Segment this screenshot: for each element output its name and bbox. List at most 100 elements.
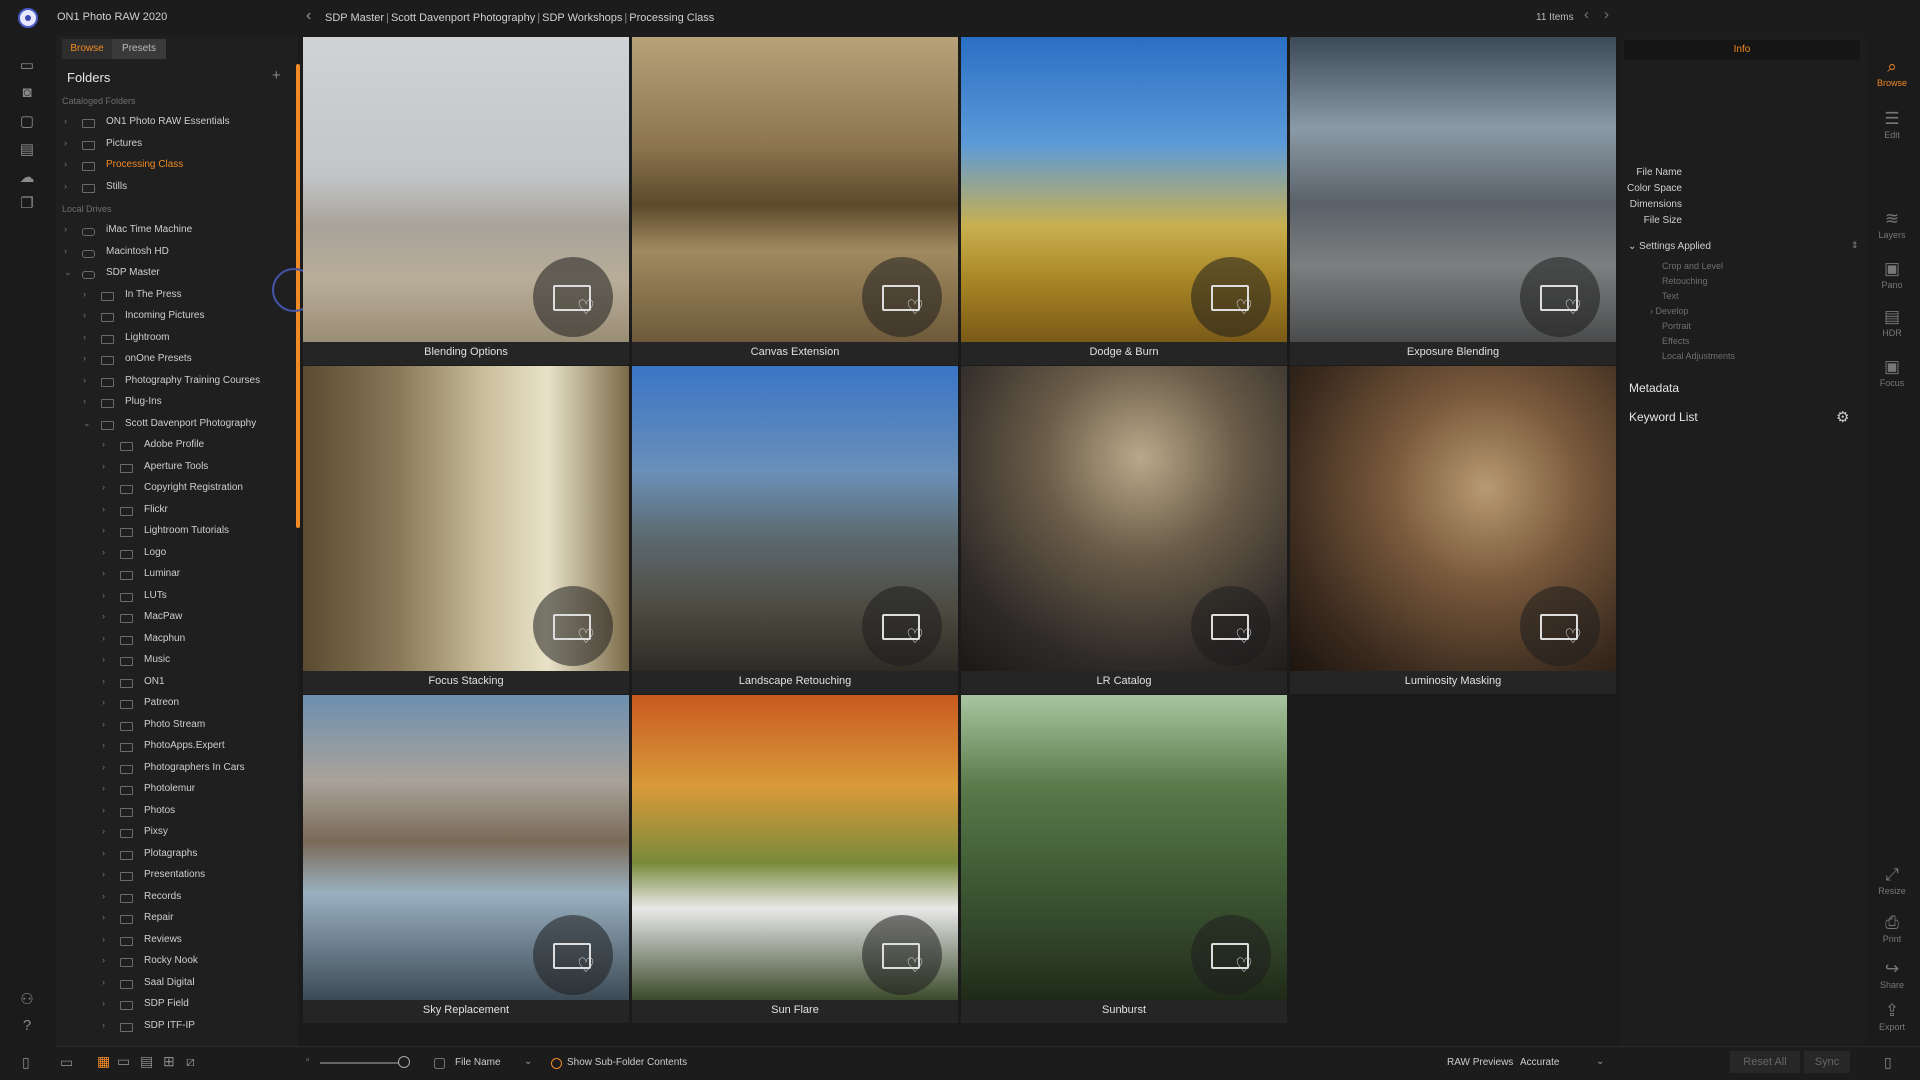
folder-thumbnail[interactable]: ♡ Landscape Retouching bbox=[632, 366, 958, 694]
gear-icon[interactable]: ⚙ bbox=[1836, 408, 1849, 426]
filmstrip-view-icon[interactable]: ▤ bbox=[140, 1053, 153, 1070]
sort-updown-icon[interactable]: ⇕ bbox=[1851, 240, 1859, 251]
folder-item[interactable]: › Saal Digital bbox=[0, 977, 290, 997]
sort-dropdown[interactable]: File Name bbox=[455, 1057, 501, 1068]
chevron-right-icon[interactable]: › bbox=[102, 934, 105, 944]
monitor-icon[interactable]: ▭ bbox=[16, 56, 38, 76]
drive-item[interactable]: › Macintosh HD bbox=[0, 246, 290, 266]
module-focus-button[interactable]: ▣ Focus bbox=[1870, 356, 1914, 388]
module-layers-button[interactable]: ≋ Layers bbox=[1870, 208, 1914, 240]
filmstrip-icon[interactable]: ▭ bbox=[60, 1054, 73, 1071]
folder-thumbnail[interactable]: ♡ Sunburst bbox=[961, 695, 1287, 1023]
chevron-right-icon[interactable]: › bbox=[83, 289, 86, 299]
chevron-right-icon[interactable]: › bbox=[64, 138, 67, 148]
chevron-right-icon[interactable]: › bbox=[102, 611, 105, 621]
chevron-down-icon[interactable]: ⌄ bbox=[64, 267, 72, 278]
chevron-right-icon[interactable]: › bbox=[102, 568, 105, 578]
thumbnail-size-slider[interactable] bbox=[320, 1062, 406, 1064]
folder-item[interactable]: › Photo Stream bbox=[0, 719, 290, 739]
chevron-right-icon[interactable]: › bbox=[102, 912, 105, 922]
keyword-list-section[interactable]: Keyword List bbox=[1629, 410, 1698, 424]
chevron-right-icon[interactable]: › bbox=[102, 461, 105, 471]
folder-item[interactable]: › Pixsy bbox=[0, 826, 290, 846]
folder-item[interactable]: › SDP Field bbox=[0, 998, 290, 1018]
settings-applied-item[interactable]: › Develop bbox=[1650, 306, 1689, 316]
chevron-right-icon[interactable]: › bbox=[102, 998, 105, 1008]
chevron-right-icon[interactable]: › bbox=[102, 482, 105, 492]
folder-item[interactable]: › Flickr bbox=[0, 504, 290, 524]
folder-item[interactable]: › Plug-Ins bbox=[0, 396, 290, 416]
chevron-right-icon[interactable]: › bbox=[64, 246, 67, 256]
chevron-right-icon[interactable]: › bbox=[64, 159, 67, 169]
chevron-right-icon[interactable]: › bbox=[102, 633, 105, 643]
folder-item[interactable]: › MacPaw bbox=[0, 611, 290, 631]
chevron-right-icon[interactable]: › bbox=[102, 654, 105, 664]
folder-item[interactable]: › Music bbox=[0, 654, 290, 674]
drive-item[interactable]: › iMac Time Machine bbox=[0, 224, 290, 244]
folder-thumbnail[interactable]: ♡ Sky Replacement bbox=[303, 695, 629, 1023]
folder-thumbnail[interactable]: ♡ Canvas Extension bbox=[632, 37, 958, 365]
chevron-down-icon[interactable]: ⌄ bbox=[1596, 1056, 1604, 1067]
chevron-right-icon[interactable]: › bbox=[102, 869, 105, 879]
settings-applied-header[interactable]: ⌄ Settings Applied bbox=[1628, 241, 1711, 252]
folder-item[interactable]: › Presentations bbox=[0, 869, 290, 889]
module-pano-button[interactable]: ▣ Pano bbox=[1870, 258, 1914, 290]
folder-item[interactable]: › Luminar bbox=[0, 568, 290, 588]
slider-handle[interactable] bbox=[398, 1056, 410, 1068]
folder-thumbnail[interactable]: ♡ Dodge & Burn bbox=[961, 37, 1287, 365]
chevron-right-icon[interactable]: › bbox=[102, 719, 105, 729]
chevron-right-icon[interactable]: › bbox=[102, 697, 105, 707]
tab-browse[interactable]: Browse bbox=[62, 39, 112, 59]
chevron-right-icon[interactable]: › bbox=[102, 848, 105, 858]
folder-item[interactable]: › Photos bbox=[0, 805, 290, 825]
show-subfolders-radio[interactable] bbox=[551, 1058, 562, 1069]
camera-icon[interactable]: ◙ bbox=[16, 84, 38, 104]
chevron-right-icon[interactable]: › bbox=[83, 310, 86, 320]
module-share-button[interactable]: ↪ Share bbox=[1870, 958, 1914, 990]
chevron-right-icon[interactable]: › bbox=[64, 224, 67, 234]
sync-button[interactable]: Sync bbox=[1804, 1051, 1850, 1073]
tab-presets[interactable]: Presets bbox=[112, 39, 166, 59]
chevron-right-icon[interactable]: › bbox=[102, 740, 105, 750]
folder-item[interactable]: ⌄ Scott Davenport Photography bbox=[0, 418, 290, 438]
folder-item[interactable]: › Lightroom bbox=[0, 332, 290, 352]
folder-item[interactable]: › Copyright Registration bbox=[0, 482, 290, 502]
chevron-right-icon[interactable]: › bbox=[102, 977, 105, 987]
folder-item[interactable]: › Aperture Tools bbox=[0, 461, 290, 481]
folder-item[interactable]: › Reviews bbox=[0, 934, 290, 954]
folder-thumbnail[interactable]: ♡ Blending Options bbox=[303, 37, 629, 365]
folder-item[interactable]: › Patreon bbox=[0, 697, 290, 717]
add-folder-plus-icon[interactable]: + bbox=[272, 67, 281, 84]
compare-view-icon[interactable]: ⊞ bbox=[163, 1053, 175, 1070]
chevron-right-icon[interactable]: › bbox=[102, 676, 105, 686]
module-edit-button[interactable]: ☰ Edit bbox=[1870, 108, 1914, 140]
chevron-right-icon[interactable]: › bbox=[102, 590, 105, 600]
back-chevron-icon[interactable]: ‹ bbox=[306, 7, 311, 25]
module-resize-button[interactable]: ⤢ Resize bbox=[1870, 864, 1914, 896]
folder-item[interactable]: › Records bbox=[0, 891, 290, 911]
chevron-right-icon[interactable]: › bbox=[102, 525, 105, 535]
folder-item[interactable]: › ON1 bbox=[0, 676, 290, 696]
folder-item[interactable]: › PhotoApps.Expert bbox=[0, 740, 290, 760]
cataloged-folder-item[interactable]: › Pictures bbox=[0, 138, 290, 158]
chevron-right-icon[interactable]: › bbox=[102, 439, 105, 449]
cataloged-folder-item[interactable]: › Processing Class bbox=[0, 159, 290, 179]
chevron-right-icon[interactable]: › bbox=[102, 547, 105, 557]
chevron-right-icon[interactable]: › bbox=[64, 181, 67, 191]
raw-previews-dropdown[interactable]: Accurate bbox=[1520, 1057, 1559, 1068]
folder-item[interactable]: › onOne Presets bbox=[0, 353, 290, 373]
folder-thumbnail[interactable]: ♡ Sun Flare bbox=[632, 695, 958, 1023]
breadcrumb-item[interactable]: SDP Workshops bbox=[542, 12, 622, 24]
detail-view-icon[interactable]: ▭ bbox=[117, 1053, 130, 1070]
folder-item[interactable]: › Lightroom Tutorials bbox=[0, 525, 290, 545]
chevron-right-icon[interactable]: › bbox=[102, 955, 105, 965]
folder-item[interactable]: › LUTs bbox=[0, 590, 290, 610]
folder-item[interactable]: › Rocky Nook bbox=[0, 955, 290, 975]
chevron-right-icon[interactable]: › bbox=[83, 353, 86, 363]
module-print-button[interactable]: ⎙ Print bbox=[1870, 912, 1914, 944]
folder-item[interactable]: › Adobe Profile bbox=[0, 439, 290, 459]
module-export-button[interactable]: ⇪ Export bbox=[1870, 1000, 1914, 1032]
tab-info[interactable]: Info bbox=[1624, 40, 1860, 60]
next-arrow-icon[interactable]: › bbox=[1604, 6, 1609, 23]
chevron-right-icon[interactable]: › bbox=[102, 891, 105, 901]
